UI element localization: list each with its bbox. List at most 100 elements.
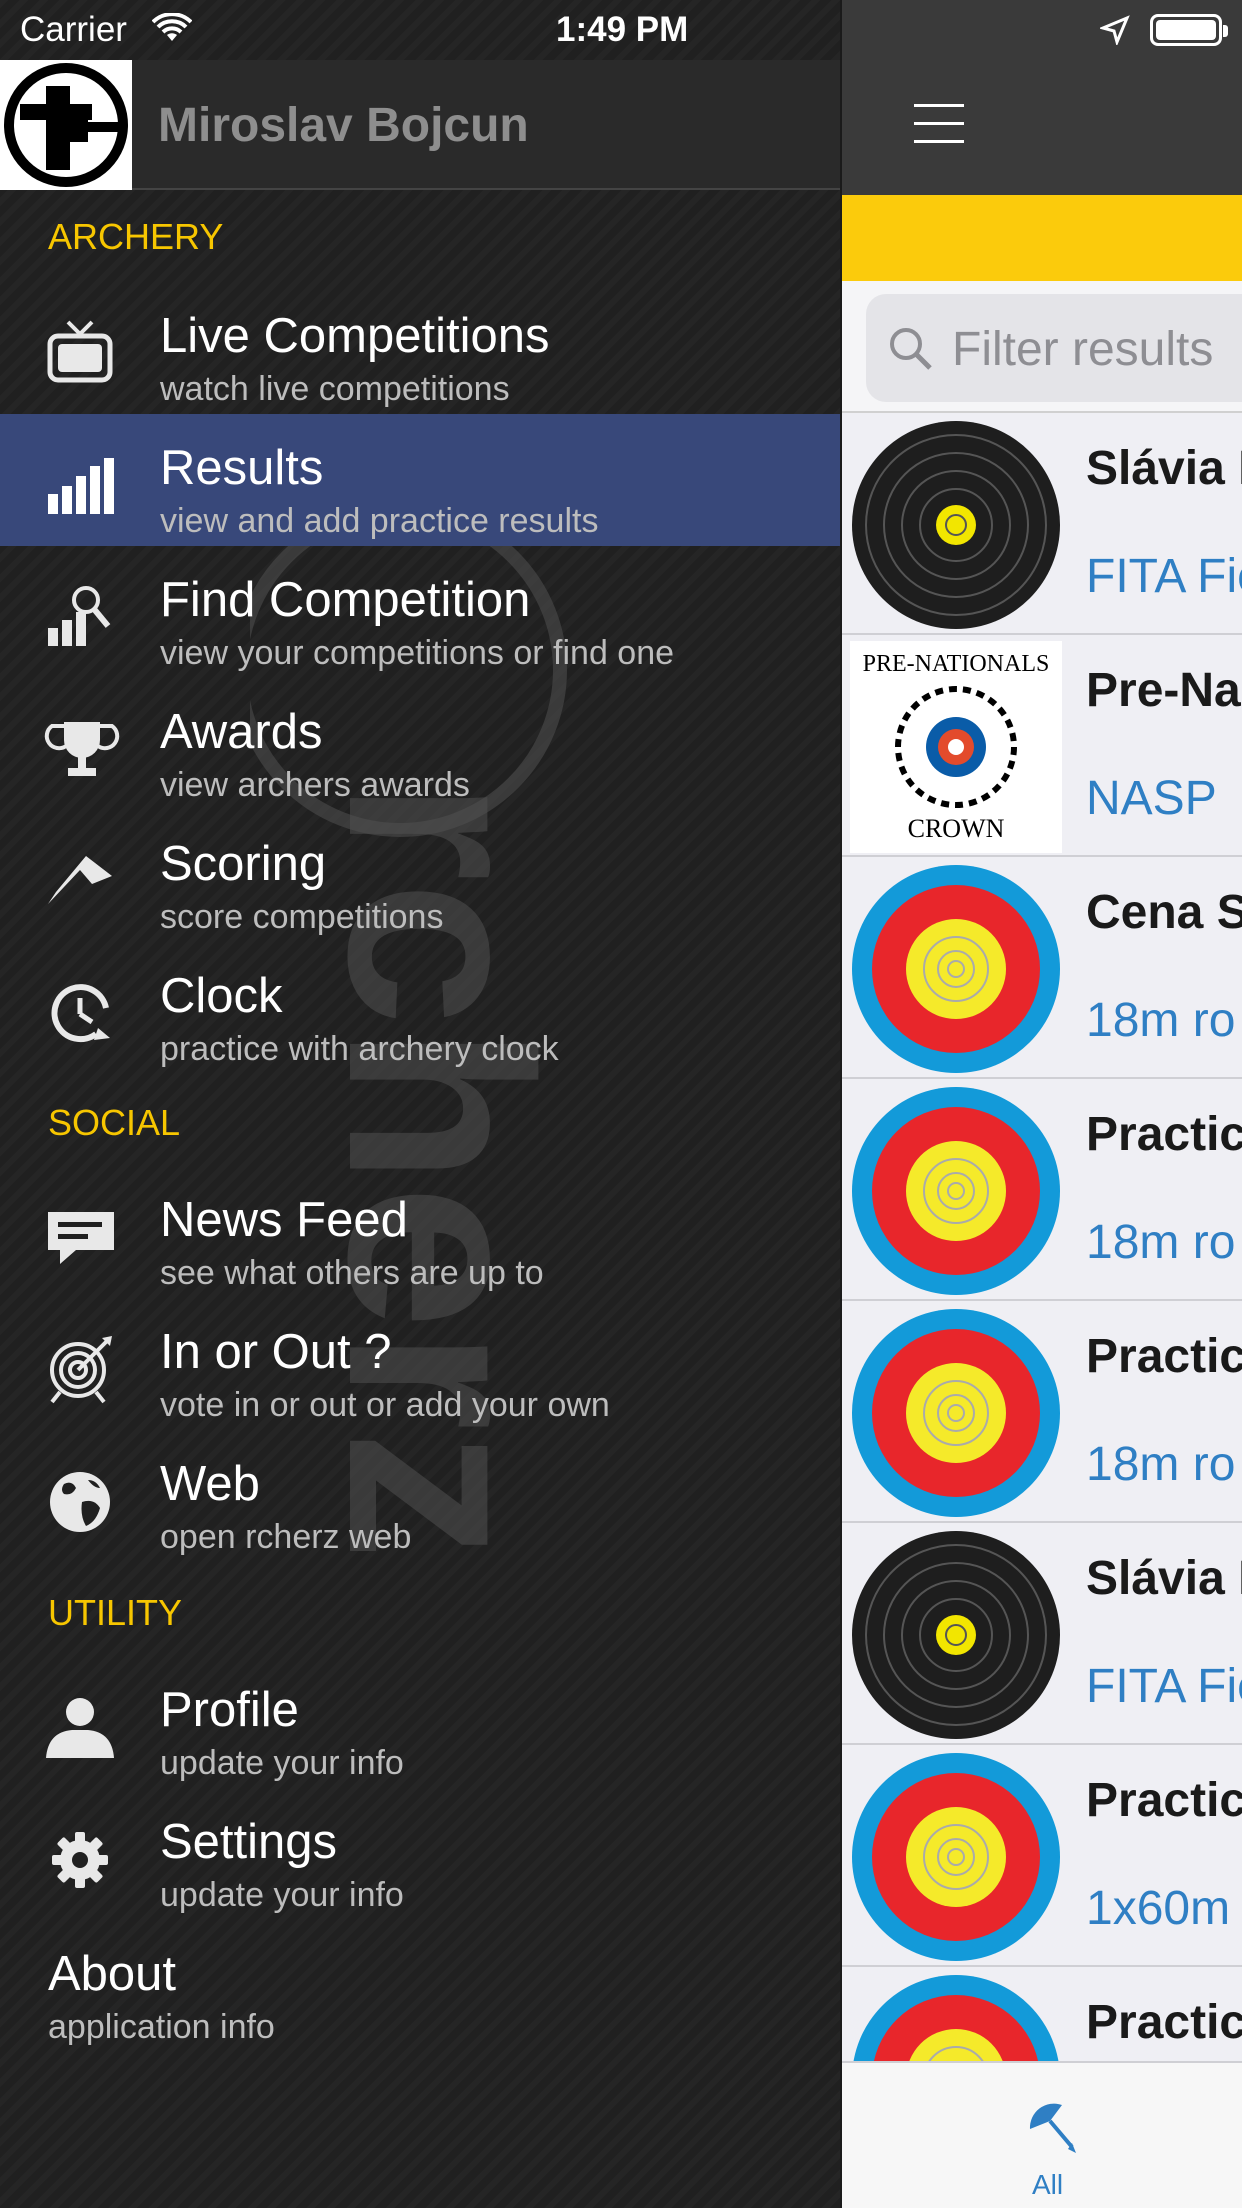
menu-item-in-or-out[interactable]: In or Out ? vote in or out or add your o… bbox=[0, 1298, 840, 1430]
result-title: Practic bbox=[1086, 1330, 1242, 1383]
wifi-icon bbox=[151, 12, 193, 52]
menu-item-subtitle: application info bbox=[48, 2008, 275, 2046]
tab-all[interactable]: All bbox=[1032, 2169, 1063, 2201]
section-archery: ARCHERY bbox=[48, 216, 224, 257]
section-social: SOCIAL bbox=[48, 1102, 181, 1143]
target-arrow-icon bbox=[42, 1334, 122, 1404]
fita-target-image bbox=[852, 1309, 1060, 1517]
clock-icon bbox=[42, 978, 122, 1048]
menu-item-profile[interactable]: Profile update your info bbox=[0, 1656, 840, 1788]
bar-chart-icon bbox=[42, 450, 122, 520]
menu-item-subtitle: update your info bbox=[160, 1744, 404, 1782]
menu-item-news-feed[interactable]: News Feed see what others are up to bbox=[0, 1166, 840, 1298]
result-title: Slávia I bbox=[1086, 442, 1242, 495]
svg-text:PRE-NATIONALS: PRE-NATIONALS bbox=[863, 651, 1050, 677]
avatar[interactable] bbox=[0, 60, 132, 190]
menu-item-subtitle: view and add practice results bbox=[160, 502, 599, 540]
trophy-icon bbox=[42, 714, 122, 784]
menu-item-title: Web bbox=[160, 1457, 260, 1511]
gear-icon bbox=[42, 1824, 122, 1894]
result-row[interactable]: Practic bbox=[842, 1967, 1242, 2061]
side-drawer: Miroslav Bojcun rcherz ARCHERY Live Comp… bbox=[0, 0, 840, 2208]
search-icon bbox=[886, 324, 934, 377]
menu-item-subtitle: score competitions bbox=[160, 898, 444, 936]
menu-item-subtitle: see what others are up to bbox=[160, 1254, 544, 1292]
menu-item-title: Settings bbox=[160, 1815, 338, 1869]
menu-item-clock[interactable]: Clock practice with archery clock bbox=[0, 942, 840, 1074]
menu-item-title: Live Competitions bbox=[160, 309, 550, 363]
menu-item-title: Profile bbox=[160, 1683, 299, 1737]
menu-item-live-competitions[interactable]: Live Competitions watch live competition… bbox=[0, 282, 840, 414]
result-subtitle: NASP bbox=[1086, 772, 1217, 825]
chat-bubble-icon bbox=[42, 1202, 122, 1272]
globe-icon bbox=[42, 1466, 122, 1536]
menu-item-subtitle: view archers awards bbox=[160, 766, 470, 804]
result-subtitle: 18m ro bbox=[1086, 994, 1236, 1047]
result-row[interactable]: PRE-NATIONALS CROWN Pre-Na NASP bbox=[842, 635, 1242, 857]
fita-target-image bbox=[853, 1975, 1059, 2061]
menu-item-title: Awards bbox=[160, 705, 323, 759]
menu-item-title: Scoring bbox=[160, 837, 327, 891]
result-row[interactable]: Practic 18m ro bbox=[842, 1079, 1242, 1301]
menu-item-subtitle: view your competitions or find one bbox=[160, 634, 675, 672]
search-chart-icon bbox=[42, 582, 122, 652]
menu-item-title: In or Out ? bbox=[160, 1325, 392, 1379]
person-icon bbox=[42, 1692, 122, 1762]
battery-icon bbox=[1150, 14, 1228, 46]
status-bar: Carrier 1:49 PM bbox=[0, 0, 1242, 60]
hamburger-menu-icon[interactable] bbox=[914, 104, 964, 144]
location-arrow-icon bbox=[1098, 14, 1130, 54]
tab-bar: All bbox=[842, 2061, 1242, 2208]
menu-item-settings[interactable]: Settings update your info bbox=[0, 1788, 840, 1920]
pre-nationals-logo-image: PRE-NATIONALS CROWN bbox=[850, 641, 1062, 853]
menu-item-subtitle: update your info bbox=[160, 1876, 404, 1914]
menu-item-title: About bbox=[48, 1947, 177, 2001]
result-title: Practic bbox=[1086, 1108, 1242, 1161]
search-input[interactable]: Filter results bbox=[866, 294, 1242, 402]
svg-text:CROWN: CROWN bbox=[908, 814, 1005, 843]
tv-icon bbox=[42, 318, 122, 388]
menu-item-scoring[interactable]: Scoring score competitions bbox=[0, 810, 840, 942]
menu-item-results[interactable]: Results view and add practice results bbox=[0, 414, 840, 546]
menu-item-subtitle: open rcherz web bbox=[160, 1518, 412, 1556]
field-target-image bbox=[852, 421, 1060, 629]
search-placeholder: Filter results bbox=[952, 323, 1214, 376]
menu-item-title: Results bbox=[160, 441, 324, 495]
menu-item-web[interactable]: Web open rcherz web bbox=[0, 1430, 840, 1562]
fita-target-image bbox=[852, 1753, 1060, 1961]
result-row[interactable]: Practic 18m ro bbox=[842, 1301, 1242, 1523]
result-title: Cena S bbox=[1086, 886, 1242, 939]
result-subtitle: 1x60m bbox=[1086, 1882, 1231, 1935]
search-area: Filter results bbox=[842, 281, 1242, 413]
fita-target-image bbox=[852, 1087, 1060, 1295]
field-target-image bbox=[852, 1531, 1060, 1739]
results-screen: Filter results Slávia I FITA Fie PRE-NAT… bbox=[840, 0, 1242, 2208]
result-title: Practic bbox=[1086, 1996, 1242, 2049]
result-subtitle: FITA Fie bbox=[1086, 1660, 1242, 1713]
result-row[interactable]: Practic 1x60m bbox=[842, 1745, 1242, 1967]
result-subtitle: FITA Fie bbox=[1086, 550, 1242, 603]
menu-item-find-competition[interactable]: Find Competition view your competitions … bbox=[0, 546, 840, 678]
menu-item-subtitle: vote in or out or add your own bbox=[160, 1386, 610, 1424]
profile-header[interactable]: Miroslav Bojcun bbox=[0, 60, 840, 190]
results-list: Slávia I FITA Fie PRE-NATIONALS CROWN Pr… bbox=[842, 413, 1242, 2061]
result-subtitle: 18m ro bbox=[1086, 1216, 1236, 1269]
section-utility: UTILITY bbox=[48, 1592, 183, 1633]
result-row[interactable]: Slávia I FITA Fie bbox=[842, 1523, 1242, 1745]
segment-bar bbox=[842, 195, 1242, 281]
result-row[interactable]: Cena S 18m ro bbox=[842, 857, 1242, 1079]
fita-target-image bbox=[852, 865, 1060, 1073]
clock-time: 1:49 PM bbox=[556, 10, 689, 49]
result-row[interactable]: Slávia I FITA Fie bbox=[842, 413, 1242, 635]
user-name: Miroslav Bojcun bbox=[158, 99, 529, 152]
arrow-up-icon bbox=[42, 846, 122, 916]
menu-item-title: Find Competition bbox=[160, 573, 531, 627]
archer-all-icon[interactable] bbox=[1022, 2099, 1078, 2164]
menu-item-awards[interactable]: Awards view archers awards bbox=[0, 678, 840, 810]
menu-item-title: News Feed bbox=[160, 1193, 408, 1247]
result-title: Pre-Na bbox=[1086, 664, 1241, 717]
carrier-label: Carrier bbox=[20, 10, 127, 49]
menu-item-subtitle: practice with archery clock bbox=[160, 1030, 559, 1068]
menu-item-subtitle: watch live competitions bbox=[160, 370, 510, 408]
menu-item-about[interactable]: About application info bbox=[0, 1920, 840, 2052]
